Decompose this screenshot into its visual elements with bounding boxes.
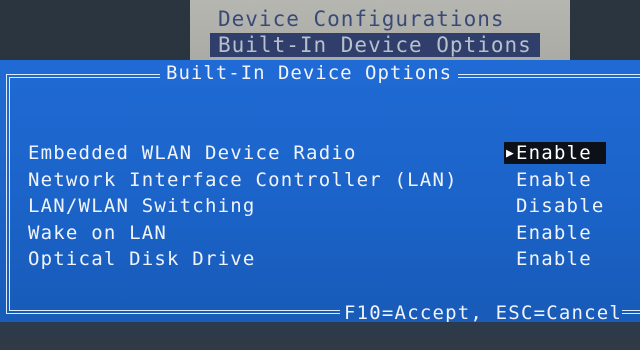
option-value-wake-on-lan[interactable]: Enable xyxy=(516,222,592,244)
option-value-embedded-wlan[interactable]: ▶Enable xyxy=(504,142,606,164)
background-menu: Device Configurations Built-In Device Op… xyxy=(190,0,570,68)
dialog-title: Built-In Device Options xyxy=(160,62,459,84)
menu-item-device-configurations[interactable]: Device Configurations xyxy=(218,7,505,31)
option-value-lan-wlan-switching[interactable]: Disable xyxy=(516,195,604,217)
menu-item-built-in-device-options[interactable]: Built-In Device Options xyxy=(210,33,540,57)
option-value-optical-disk-drive[interactable]: Enable xyxy=(516,248,592,270)
selection-pointer-icon: ▶ xyxy=(506,146,516,161)
option-label-embedded-wlan: Embedded WLAN Device Radio xyxy=(28,142,357,164)
option-label-optical-disk-drive: Optical Disk Drive xyxy=(28,248,256,270)
option-label-wake-on-lan: Wake on LAN xyxy=(28,222,168,244)
option-label-network-interface-controller: Network Interface Controller (LAN) xyxy=(28,169,458,191)
built-in-device-options-dialog: Built-In Device Options Embedded WLAN De… xyxy=(0,60,640,324)
option-label-lan-wlan-switching: LAN/WLAN Switching xyxy=(28,195,256,217)
dialog-footer-keys-hint: F10=Accept, ESC=Cancel xyxy=(340,302,623,324)
dialog-frame xyxy=(6,74,640,314)
screen-bottom-edge xyxy=(0,322,640,350)
option-value-text: Enable xyxy=(516,142,592,164)
option-value-network-interface-controller[interactable]: Enable xyxy=(516,169,592,191)
